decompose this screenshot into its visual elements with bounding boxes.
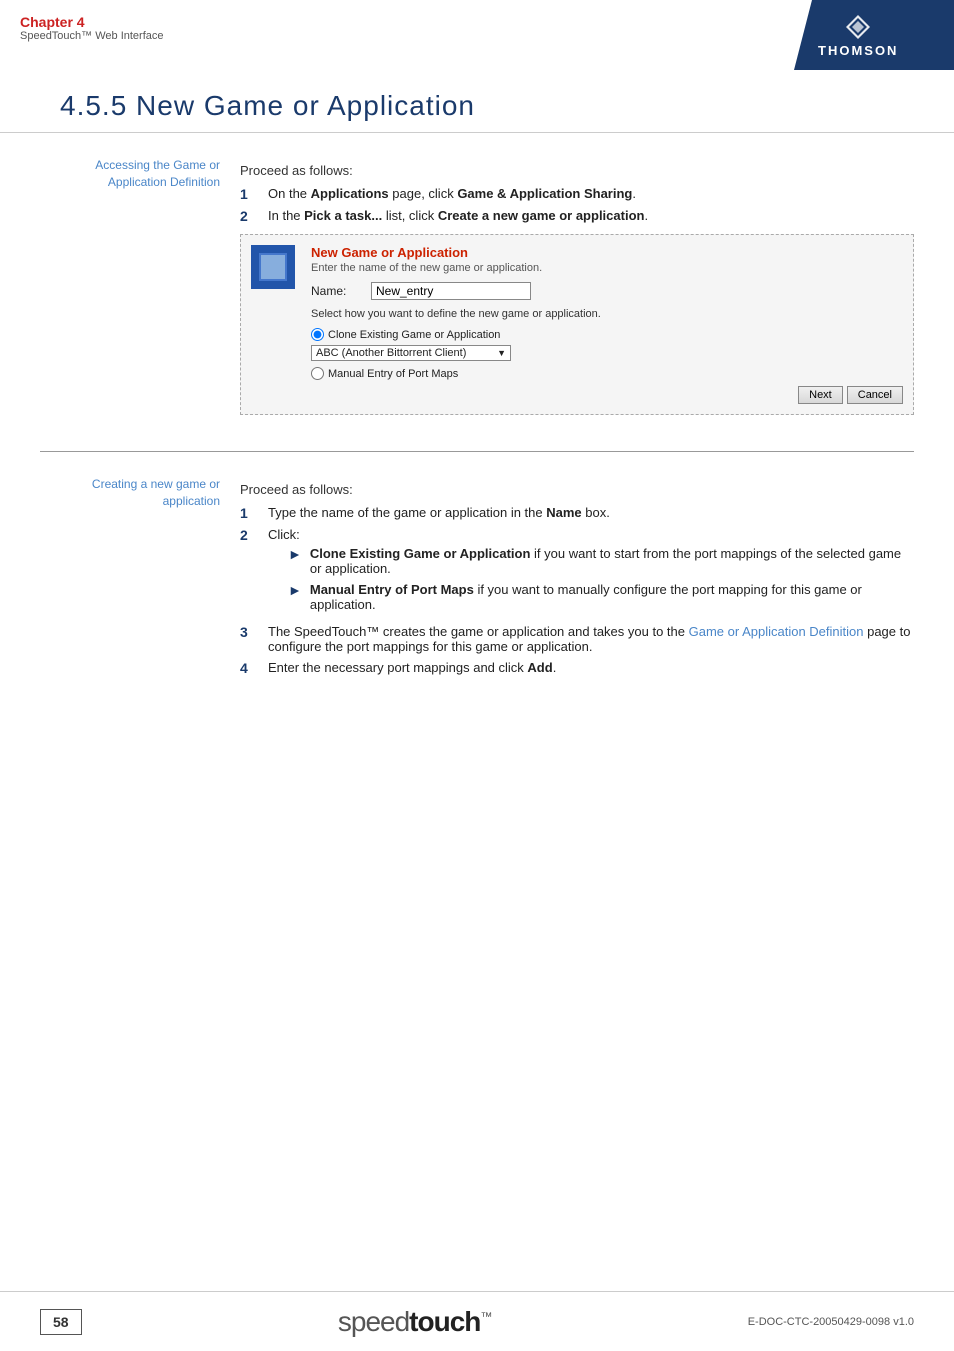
ui-icon-area	[251, 245, 301, 404]
header-chapter-area: Chapter 4 SpeedTouch™ Web Interface	[0, 0, 184, 70]
section1: Accessing the Game orApplication Definit…	[40, 133, 914, 452]
ui-dropdown-arrow-icon: ▼	[497, 348, 506, 358]
sub-bullet1-icon: ►	[288, 546, 302, 562]
ui-radio2-label: Manual Entry of Port Maps	[328, 368, 458, 380]
s2-step2-text: Click:	[268, 527, 300, 542]
section1-proceed: Proceed as follows:	[240, 153, 914, 178]
ui-select-text: Select how you want to define the new ga…	[311, 308, 903, 320]
page-title-section: 4.5.5 New Game or Application	[0, 70, 954, 133]
main-content: Accessing the Game orApplication Definit…	[0, 133, 954, 782]
section2-label: Creating a new game orapplication	[40, 472, 240, 682]
ui-radio1-row: Clone Existing Game or Application	[311, 328, 903, 341]
sub-bullet2: ► Manual Entry of Port Maps if you want …	[288, 582, 914, 612]
chapter-label: Chapter 4	[20, 14, 164, 30]
section2-proceed: Proceed as follows:	[240, 472, 914, 497]
header-subtitle: SpeedTouch™ Web Interface	[20, 30, 164, 42]
section1-content: Proceed as follows: 1 On the Application…	[240, 153, 914, 431]
s2-step1: 1 Type the name of the game or applicati…	[240, 505, 914, 521]
s2-step3-link[interactable]: Game or Application Definition	[689, 624, 864, 639]
step1-item: 1 On the Applications page, click Game &…	[240, 186, 914, 202]
sub-steps-list: ► Clone Existing Game or Application if …	[288, 546, 914, 612]
ui-radio1-label: Clone Existing Game or Application	[328, 329, 500, 341]
s2-step1-text: Type the name of the game or application…	[268, 505, 610, 520]
ui-next-button[interactable]: Next	[798, 386, 843, 404]
step1-text: On the Applications page, click Game & A…	[268, 186, 636, 201]
ui-dropdown-row: ABC (Another Bittorrent Client) ▼	[311, 345, 903, 361]
sub-bullet1-text: Clone Existing Game or Application if yo…	[310, 546, 914, 576]
s2-step2: 2 Click: ► Clone Existing Game or Applic…	[240, 527, 914, 618]
s2-step4: 4 Enter the necessary port mappings and …	[240, 660, 914, 676]
ui-icon-box	[251, 245, 295, 289]
sub-bullet2-text: Manual Entry of Port Maps if you want to…	[310, 582, 914, 612]
thomson-text: THOMSON	[818, 43, 898, 58]
brand-bold: touch	[409, 1306, 480, 1337]
s2-step3: 3 The SpeedTouch™ creates the game or ap…	[240, 624, 914, 654]
footer-brand: speedtouch™	[338, 1306, 492, 1338]
ui-radio2[interactable]	[311, 367, 324, 380]
thomson-logo: THOMSON	[818, 13, 898, 58]
brand-regular: speed	[338, 1306, 409, 1337]
section1-sidebar-title: Accessing the Game orApplication Definit…	[40, 157, 220, 191]
s2-step4-num: 4	[240, 660, 260, 676]
ui-dropdown-value: ABC (Another Bittorrent Client)	[316, 347, 466, 359]
sub-bullet1: ► Clone Existing Game or Application if …	[288, 546, 914, 576]
section2-sidebar-title: Creating a new game orapplication	[40, 476, 220, 510]
s2-step4-text: Enter the necessary port mappings and cl…	[268, 660, 556, 675]
ui-name-row: Name:	[311, 282, 903, 300]
ui-icon-inner	[259, 253, 287, 281]
ui-radio1[interactable]	[311, 328, 324, 341]
ui-name-label: Name:	[311, 284, 371, 298]
page-title: 4.5.5 New Game or Application	[60, 90, 894, 122]
s2-step2-content: Click: ► Clone Existing Game or Applicat…	[268, 527, 914, 618]
ui-name-input[interactable]	[371, 282, 531, 300]
page-footer: 58 speedtouch™ E-DOC-CTC-20050429-0098 v…	[0, 1291, 954, 1351]
step1-num: 1	[240, 186, 260, 202]
ui-screenshot: New Game or Application Enter the name o…	[240, 234, 914, 415]
section2-content: Proceed as follows: 1 Type the name of t…	[240, 472, 914, 682]
step2-item: 2 In the Pick a task... list, click Crea…	[240, 208, 914, 224]
header-logo-area: THOMSON	[794, 0, 954, 70]
section1-label: Accessing the Game orApplication Definit…	[40, 153, 240, 431]
s2-step2-num: 2	[240, 527, 260, 543]
thomson-icon	[844, 13, 872, 41]
ui-form-title: New Game or Application	[311, 245, 903, 260]
ui-form-area: New Game or Application Enter the name o…	[311, 245, 903, 404]
ui-form-subtitle: Enter the name of the new game or applic…	[311, 262, 903, 274]
ui-radio2-row: Manual Entry of Port Maps	[311, 367, 903, 380]
ui-buttons-row: Next Cancel	[311, 386, 903, 404]
step2-text: In the Pick a task... list, click Create…	[268, 208, 648, 223]
step2-num: 2	[240, 208, 260, 224]
ui-dropdown[interactable]: ABC (Another Bittorrent Client) ▼	[311, 345, 511, 361]
ui-cancel-button[interactable]: Cancel	[847, 386, 903, 404]
section2: Creating a new game orapplication Procee…	[40, 452, 914, 702]
s2-step3-text: The SpeedTouch™ creates the game or appl…	[268, 624, 914, 654]
page-number: 58	[40, 1309, 82, 1335]
sub-bullet2-icon: ►	[288, 582, 302, 598]
brand-tm: ™	[480, 1309, 491, 1323]
footer-doc-ref: E-DOC-CTC-20050429-0098 v1.0	[748, 1316, 914, 1328]
s2-step3-num: 3	[240, 624, 260, 640]
s2-step1-num: 1	[240, 505, 260, 521]
page-header: Chapter 4 SpeedTouch™ Web Interface THOM…	[0, 0, 954, 70]
